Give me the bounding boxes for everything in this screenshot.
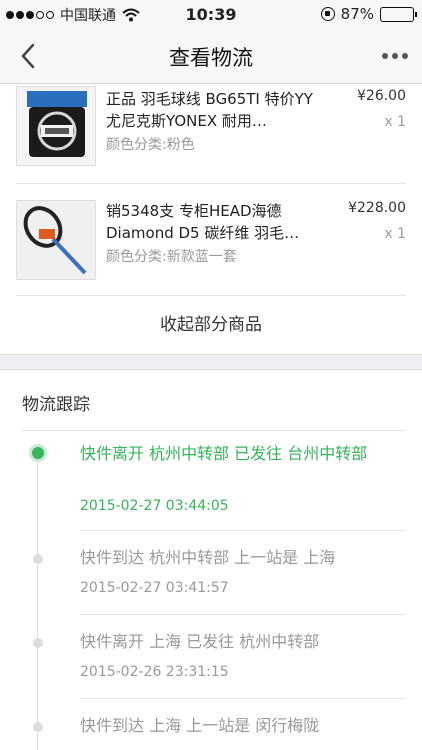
content-area: 正品 羽毛球线 BG65TI 特价YY 尤尼克斯YONEX 耐用… 颜色分类:粉… (0, 84, 422, 750)
product-thumbnail (16, 86, 96, 166)
event-description: 快件离开 杭州中转部 已发往 台州中转部 (80, 444, 368, 463)
more-button[interactable] (380, 42, 410, 70)
string-package-image (17, 87, 95, 165)
section-separator (0, 354, 422, 370)
tracking-header: 物流跟踪 (22, 395, 90, 415)
battery-percentage: 87% (340, 5, 374, 23)
product-spec: 颜色分类:粉色 (106, 137, 195, 153)
timeline-line (37, 454, 38, 750)
event-description: 快件到达 杭州中转部 上一站是 上海 (80, 548, 336, 567)
more-dots-icon (382, 53, 388, 59)
rotation-lock-icon (320, 7, 335, 21)
event-time: 2015-02-27 03:44:05 (80, 498, 229, 514)
timeline-dot-icon (29, 444, 47, 462)
product-item[interactable]: 正品 羽毛球线 BG65TI 特价YY 尤尼克斯YONEX 耐用… 颜色分类:粉… (0, 84, 422, 194)
battery-icon (380, 6, 417, 22)
divider (80, 614, 406, 615)
product-item[interactable]: 销5348支 专柜HEAD海德Diamond D5 碳纤维 羽毛… 颜色分类:新… (0, 184, 422, 294)
product-price: ¥228.00 (348, 200, 406, 216)
page-title: 查看物流 (169, 46, 253, 70)
product-thumbnail (16, 200, 96, 280)
product-price: ¥26.00 (357, 88, 406, 104)
timeline-dot-icon (33, 638, 43, 648)
timeline-dot-icon (33, 722, 43, 732)
product-title: 销5348支 专柜HEAD海德Diamond D5 碳纤维 羽毛… (106, 202, 300, 242)
product-quantity: x 1 (384, 114, 406, 130)
divider (80, 698, 406, 699)
collapse-products-button[interactable]: 收起部分商品 (0, 296, 422, 354)
product-quantity: x 1 (384, 226, 406, 242)
event-description: 快件离开 上海 已发往 杭州中转部 (80, 632, 320, 651)
product-title: 正品 羽毛球线 BG65TI 特价YY 尤尼克斯YONEX 耐用… (106, 90, 313, 130)
status-right: 87% (320, 5, 417, 23)
racket-image (17, 201, 95, 279)
timeline-dot-icon (33, 554, 43, 564)
event-description: 快件到达 上海 上一站是 闵行梅陇 (80, 716, 320, 735)
divider (22, 430, 406, 431)
nav-bar: 查看物流 (0, 28, 422, 84)
event-time: 2015-02-27 03:41:57 (80, 580, 229, 596)
status-bar: 中国联通 10:39 87% (0, 0, 422, 28)
divider (80, 530, 406, 531)
product-spec: 颜色分类:新款蓝一套 (106, 249, 237, 265)
event-time: 2015-02-26 23:31:15 (80, 664, 229, 680)
